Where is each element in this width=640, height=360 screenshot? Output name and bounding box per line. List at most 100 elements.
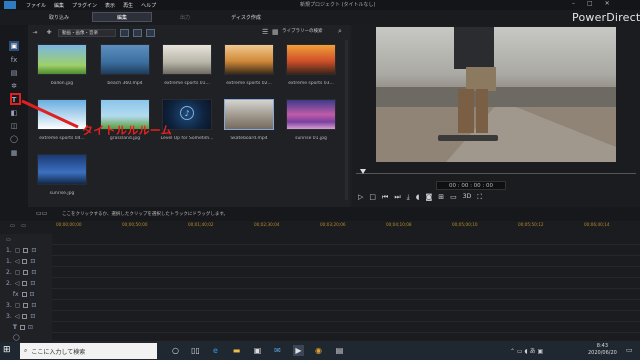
- settings-icon[interactable]: ⊞: [438, 193, 444, 202]
- library-search[interactable]: ライブラリーの検索: [282, 28, 323, 34]
- track-enable-checkbox[interactable]: [19, 325, 25, 330]
- explorer-icon[interactable]: ▬: [231, 345, 242, 356]
- lock-icon[interactable]: ⊡: [30, 313, 35, 320]
- pip-room-icon[interactable]: ▤: [9, 68, 19, 78]
- maximize-icon[interactable]: □: [587, 0, 593, 7]
- snapshot-icon[interactable]: ◙: [425, 193, 432, 202]
- lock-icon[interactable]: ⊡: [31, 247, 36, 254]
- lock-icon[interactable]: ⊡: [30, 280, 35, 287]
- timeline-track[interactable]: ◯: [0, 333, 640, 342]
- volume-icon[interactable]: ◖: [416, 193, 420, 202]
- timeline-track[interactable]: T ⊡: [0, 322, 640, 333]
- timeline-track[interactable]: fx ⊡: [0, 289, 640, 300]
- minimize-icon[interactable]: –: [572, 0, 575, 7]
- timecode-display[interactable]: 00 : 00 : 00 : 00: [436, 181, 506, 190]
- track-enable-checkbox[interactable]: [21, 292, 27, 297]
- search-icon[interactable]: ⌕: [338, 27, 342, 36]
- timeline-track[interactable]: 2. ▢ ⊡: [0, 267, 640, 278]
- lock-icon[interactable]: ⊡: [30, 258, 35, 265]
- track-enable-checkbox[interactable]: [22, 259, 28, 264]
- plugin-icon[interactable]: ✚: [44, 29, 54, 37]
- voice-over-icon[interactable]: ◯: [9, 134, 19, 144]
- menu-file[interactable]: ファイル: [26, 2, 46, 9]
- timeline-track[interactable]: 1. ▢ ⊡: [0, 245, 640, 256]
- thumb-extreme01[interactable]: [162, 44, 212, 75]
- caption-ballon: ballon.jpg: [50, 81, 74, 86]
- timeline-track[interactable]: ▭: [0, 234, 640, 245]
- menu-help[interactable]: ヘルプ: [141, 2, 156, 9]
- notification-icon[interactable]: ▭: [626, 346, 633, 354]
- library-scrollbar[interactable]: [345, 40, 348, 200]
- thumb-sunrise[interactable]: [37, 154, 87, 185]
- tab-disc[interactable]: ディスク作成: [226, 12, 266, 22]
- lock-icon[interactable]: ⊡: [31, 302, 36, 309]
- display-icon[interactable]: ▭: [450, 193, 457, 202]
- import-media-icon[interactable]: ⇥: [30, 29, 40, 37]
- chrome-icon[interactable]: ◉: [313, 345, 324, 356]
- filter-audio-icon[interactable]: [146, 28, 155, 37]
- media-room-icon[interactable]: ▣: [9, 41, 19, 51]
- library-view-icon[interactable]: ▦: [272, 28, 279, 36]
- menu-edit[interactable]: 編集: [54, 2, 64, 9]
- mark-icon[interactable]: ⤓: [407, 193, 410, 202]
- powerdirector-taskbar-icon[interactable]: ▶: [293, 345, 304, 356]
- tab-edit[interactable]: 編集: [92, 12, 152, 22]
- filter-video-icon[interactable]: [120, 28, 129, 37]
- tab-import[interactable]: 取り込み: [44, 12, 74, 22]
- ruler-tick: 00;01;40;02: [188, 222, 214, 227]
- filter-image-icon[interactable]: [133, 28, 142, 37]
- fullscreen-icon[interactable]: ⛶: [477, 193, 482, 202]
- fx-room-icon[interactable]: fx: [9, 55, 19, 65]
- windows-start-icon[interactable]: ⊞: [3, 345, 11, 355]
- timeline-header-tools: ▭ ▭: [10, 223, 26, 229]
- next-frame-icon[interactable]: ⏭: [394, 193, 400, 202]
- play-icon[interactable]: ▷: [358, 193, 363, 202]
- chapter-room-icon[interactable]: ▦: [9, 148, 19, 158]
- menu-plugin[interactable]: プラグイン: [72, 2, 97, 9]
- audio-track-icon: ◁: [14, 280, 20, 287]
- menu-view[interactable]: 表示: [105, 2, 115, 9]
- taskbar-search-box[interactable]: ⌕ ここに入力して検索: [20, 343, 157, 359]
- tab-produce[interactable]: 出力: [170, 12, 200, 22]
- mode-3d-button[interactable]: 3D: [463, 193, 471, 202]
- preview-scrubber[interactable]: [356, 169, 636, 177]
- timeline-track[interactable]: 3. ▢ ⊡: [0, 300, 640, 311]
- window-controls: – □ ✕: [572, 0, 610, 7]
- menu-play[interactable]: 再生: [123, 2, 133, 9]
- track-manager-icon[interactable]: ▭▭: [36, 210, 47, 217]
- thumb-skateboard[interactable]: [224, 99, 274, 130]
- transition-room-icon[interactable]: ◧: [9, 108, 19, 118]
- task-view-icon[interactable]: ▯▯: [190, 345, 201, 356]
- lock-icon[interactable]: ⊡: [31, 269, 36, 276]
- lock-icon[interactable]: ⊡: [30, 291, 35, 298]
- app-taskbar-icon[interactable]: ▤: [334, 345, 345, 356]
- edge-icon[interactable]: e: [210, 345, 221, 356]
- thumb-extreme03[interactable]: [286, 44, 336, 75]
- video-track-icon: ▢: [14, 247, 21, 254]
- thumb-ballon[interactable]: [37, 44, 87, 75]
- thumb-sunrise01[interactable]: [286, 99, 336, 130]
- thumb-beach360[interactable]: [100, 44, 150, 75]
- prev-frame-icon[interactable]: ⏮: [382, 193, 388, 202]
- thumb-extreme02[interactable]: [224, 44, 274, 75]
- mail-icon[interactable]: ✉: [272, 345, 283, 356]
- timeline-track[interactable]: 2. ◁ ⊡: [0, 278, 640, 289]
- track-enable-checkbox[interactable]: [23, 303, 29, 308]
- track-enable-checkbox[interactable]: [22, 314, 28, 319]
- close-icon[interactable]: ✕: [605, 0, 610, 7]
- tray-icons[interactable]: ⌃ ▭ ◖ あ ▣: [510, 346, 543, 355]
- timeline-track[interactable]: 1. ◁ ⊡: [0, 256, 640, 267]
- track-enable-checkbox[interactable]: [22, 281, 28, 286]
- store-icon[interactable]: ▣: [252, 345, 263, 356]
- timeline-track[interactable]: 3. ◁ ⊡: [0, 311, 640, 322]
- stop-icon[interactable]: □: [369, 193, 376, 202]
- taskbar-clock[interactable]: 8:43 2020/06/20: [588, 343, 617, 357]
- media-filter-select[interactable]: 動画・画像・音楽: [58, 28, 116, 37]
- library-menu-icon[interactable]: ☰: [262, 28, 268, 36]
- lock-icon[interactable]: ⊡: [28, 324, 33, 331]
- track-enable-checkbox[interactable]: [23, 270, 29, 275]
- particle-room-icon[interactable]: ✲: [9, 81, 19, 91]
- audio-mixing-icon[interactable]: ◫: [9, 121, 19, 131]
- cortana-icon[interactable]: ○: [170, 345, 181, 356]
- track-enable-checkbox[interactable]: [23, 248, 29, 253]
